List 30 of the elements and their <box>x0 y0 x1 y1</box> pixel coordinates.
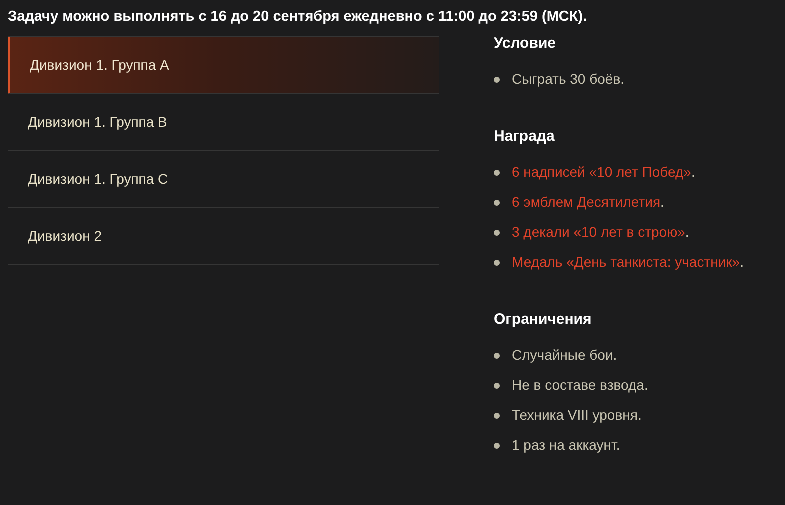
reward-link[interactable]: 6 эмблем Десятилетия <box>512 194 661 210</box>
section-heading: Условие <box>494 34 558 54</box>
division-tab[interactable]: Дивизион 1. Группа B <box>8 94 439 151</box>
bullet-icon <box>494 382 500 388</box>
reward-item: Медаль «День танкиста: участник». <box>512 253 744 272</box>
bullet-icon <box>494 200 500 206</box>
bullet-icon <box>494 352 500 358</box>
section-heading: Ограничения <box>494 310 593 330</box>
reward-link[interactable]: Медаль «День танкиста: участник» <box>512 254 740 270</box>
section-heading: Награда <box>494 127 556 147</box>
bullet-icon <box>494 230 500 236</box>
bullet-icon <box>494 412 500 418</box>
reward-item: 6 надписей «10 лет Побед». <box>512 163 696 182</box>
reward-link[interactable]: 6 надписей «10 лет Побед» <box>512 164 692 180</box>
division-tab[interactable]: Дивизион 1. Группа C <box>8 151 439 208</box>
list-item-text: Не в составе взвода. <box>512 376 648 395</box>
division-tab[interactable]: Дивизион 1. Группа А <box>8 37 439 94</box>
list-item-text: Техника VIII уровня. <box>512 406 642 425</box>
list-item-text: 1 раз на аккаунт. <box>512 436 620 455</box>
list-item-text: Случайные бои. <box>512 346 618 365</box>
list-item-text: Сыграть 30 боёв. <box>512 70 625 89</box>
schedule-notice: Задачу можно выполнять с 16 до 20 сентября ежедневно с 11:00 до 23:59 (МСК). <box>8 9 588 25</box>
division-tab[interactable]: Дивизион 2 <box>8 208 439 265</box>
reward-item: 3 декали «10 лет в строю». <box>512 223 690 242</box>
bullet-icon <box>494 260 500 266</box>
reward-link[interactable]: 3 декали «10 лет в строю» <box>512 224 686 240</box>
bullet-icon <box>494 76 500 82</box>
bullet-icon <box>494 442 500 448</box>
reward-item: 6 эмблем Десятилетия. <box>512 193 664 212</box>
bullet-icon <box>494 170 500 176</box>
